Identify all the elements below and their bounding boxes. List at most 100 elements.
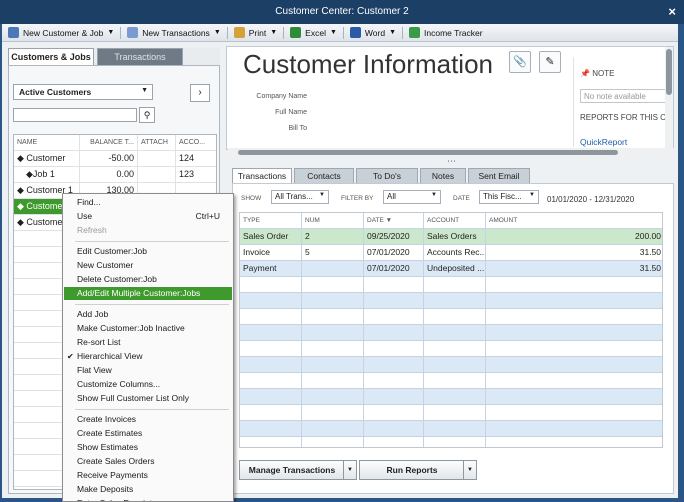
menu-item-label: Use xyxy=(77,211,93,221)
menu-item-label: Find... xyxy=(77,197,101,207)
menu-item-make-deposits[interactable]: Make Deposits xyxy=(64,483,232,496)
date-dropdown[interactable]: This Fisc... ▼ xyxy=(479,190,539,204)
menu-item-hierarchical-view[interactable]: ✔ Hierarchical View xyxy=(64,350,232,363)
transaction-date-cell xyxy=(364,309,424,325)
menu-item-create-invoices[interactable]: Create Invoices xyxy=(64,413,232,426)
empty-row xyxy=(240,373,662,389)
toolbar-word-button[interactable]: Word ▼ xyxy=(344,24,402,42)
transaction-num-cell xyxy=(302,293,364,309)
column-header[interactable]: NAME xyxy=(14,135,80,151)
transaction-date-cell xyxy=(364,325,424,341)
toolbar-label: Print xyxy=(248,27,267,38)
run-reports-button[interactable]: Run Reports xyxy=(359,460,465,480)
column-header[interactable]: TYPE xyxy=(240,213,302,229)
toolbar-income-tracker-button[interactable]: Income Tracker xyxy=(403,24,489,42)
menu-item-new-customer[interactable]: New Customer xyxy=(64,259,232,272)
transaction-amount-cell: 31.50 xyxy=(639,263,661,273)
chevron-down-icon: ▼ xyxy=(529,192,535,198)
customer-filter-dropdown[interactable]: Active Customers ▼ xyxy=(13,84,153,100)
menu-item-receive-payments[interactable]: Receive Payments xyxy=(64,469,232,482)
toolbar-new-customer-button[interactable]: New Customer & Job ▼ xyxy=(2,24,120,42)
expand-panel-button[interactable]: › xyxy=(190,84,210,102)
transactions-table: TYPE NUM DATE ▼ ACCOUNT AMOUNT Sales Order 2 09… xyxy=(239,212,663,448)
menu-item-flat-view[interactable]: Flat View xyxy=(64,364,232,377)
menu-item-enter-sales-receipts[interactable]: Enter Sales Receipts xyxy=(64,497,232,501)
menu-item-show-full-customer-list-only[interactable]: Show Full Customer List Only xyxy=(64,392,232,405)
menu-item-add-edit-multiple-customer-jobs[interactable]: Add/Edit Multiple Customer:Jobs xyxy=(64,287,232,300)
column-header[interactable]: ATTACH xyxy=(138,135,176,151)
transaction-amount-cell xyxy=(486,421,662,437)
quickreport-link[interactable]: QuickReport xyxy=(580,137,627,147)
menu-item-label: Refresh xyxy=(77,225,107,235)
column-header[interactable]: NUM xyxy=(302,213,364,229)
edit-pencil-icon[interactable]: ✎ xyxy=(539,51,561,73)
transaction-num-cell xyxy=(302,357,364,373)
transaction-num-cell: 5 xyxy=(302,245,364,261)
close-icon[interactable]: × xyxy=(668,4,676,19)
menu-item-find[interactable]: Find... xyxy=(64,196,232,209)
menu-item-label: Flat View xyxy=(77,365,112,375)
search-icon[interactable]: ⚲ xyxy=(139,107,155,123)
tab-transactions-left[interactable]: Transactions xyxy=(97,48,183,65)
transaction-amount-cell xyxy=(486,373,662,389)
transaction-date-cell xyxy=(364,389,424,405)
splitter-grip[interactable]: ⋯ xyxy=(447,156,456,167)
transaction-account-cell xyxy=(424,293,486,309)
empty-row xyxy=(240,277,662,293)
chevron-down-icon: ▼ xyxy=(107,29,115,36)
tab-transactions[interactable]: Transactions xyxy=(232,168,292,184)
note-field[interactable]: No note available xyxy=(580,89,666,103)
note-label: NOTE xyxy=(592,69,615,78)
run-reports-dropdown[interactable]: ▼ xyxy=(463,460,477,480)
manage-transactions-button[interactable]: Manage Transactions xyxy=(239,460,345,480)
tab-contacts[interactable]: Contacts xyxy=(294,168,354,184)
column-header[interactable]: AMOUNT xyxy=(486,213,662,229)
transaction-date-cell xyxy=(364,421,424,437)
transaction-num-cell xyxy=(302,261,364,277)
attach-icon[interactable]: 📎 xyxy=(509,51,531,73)
tab-to-do-s[interactable]: To Do's xyxy=(356,168,418,184)
full-name-label: Full Name xyxy=(275,109,307,116)
transaction-row[interactable]: Payment 07/01/2020 Undeposited ... 31.50 xyxy=(240,261,662,277)
menu-item-add-job[interactable]: Add Job xyxy=(64,308,232,321)
transaction-row[interactable]: Sales Order 2 09/25/2020 Sales Orders 200.00 xyxy=(240,229,662,245)
transaction-amount-cell xyxy=(486,357,662,373)
tab-customers-jobs[interactable]: Customers & Jobs xyxy=(8,48,94,65)
menu-separator xyxy=(75,409,229,410)
menu-item-make-customer-job-inactive[interactable]: Make Customer:Job Inactive xyxy=(64,322,232,335)
transactions-panel: SHOW All Trans... ▼ FILTER BY All ▼ DATE T… xyxy=(232,183,674,494)
search-input[interactable] xyxy=(13,108,137,122)
toolbar-print-button[interactable]: Print ▼ xyxy=(228,24,283,42)
column-header[interactable]: BALANCE T... xyxy=(80,135,138,151)
customer-row[interactable]: ◆Job 1 0.00 123 xyxy=(14,167,216,183)
transaction-row[interactable]: Invoice 5 07/01/2020 Accounts Rec... 31.50 xyxy=(240,245,662,261)
menu-item-show-estimates[interactable]: Show Estimates xyxy=(64,441,232,454)
toolbar-label: Excel xyxy=(305,27,326,38)
toolbar-new-transactions-button[interactable]: New Transactions ▼ xyxy=(121,24,227,42)
manage-transactions-dropdown[interactable]: ▼ xyxy=(343,460,357,480)
menu-item-re-sort-list[interactable]: Re-sort List xyxy=(64,336,232,349)
menu-item-create-estimates[interactable]: Create Estimates xyxy=(64,427,232,440)
menu-item-customize-columns[interactable]: Customize Columns... xyxy=(64,378,232,391)
menu-item-create-sales-orders[interactable]: Create Sales Orders xyxy=(64,455,232,468)
menu-item-delete-customer-job[interactable]: Delete Customer:Job xyxy=(64,273,232,286)
transaction-type-cell: Payment xyxy=(240,261,302,277)
customer-row[interactable]: ◆ Customer -50.00 124 xyxy=(14,151,216,167)
filter-by-dropdown[interactable]: All ▼ xyxy=(383,190,441,204)
empty-row xyxy=(240,437,662,447)
toolbar-excel-button[interactable]: Excel ▼ xyxy=(284,24,343,42)
column-header[interactable]: ACCO... xyxy=(176,135,216,151)
transaction-amount-cell: 200.00 xyxy=(635,231,661,241)
tab-notes[interactable]: Notes xyxy=(420,168,466,184)
transaction-account-cell xyxy=(424,437,486,447)
scroll-thumb[interactable] xyxy=(238,150,618,155)
info-vertical-scrollbar[interactable] xyxy=(665,47,673,151)
transaction-amount-cell: 31.50 xyxy=(639,247,661,257)
show-dropdown[interactable]: All Trans... ▼ xyxy=(271,190,329,204)
menu-item-use[interactable]: Use Ctrl+U xyxy=(64,210,232,223)
scroll-thumb[interactable] xyxy=(666,49,672,95)
column-header[interactable]: ACCOUNT xyxy=(424,213,486,229)
menu-item-edit-customer-job[interactable]: Edit Customer:Job xyxy=(64,245,232,258)
column-header[interactable]: DATE ▼ xyxy=(364,213,424,229)
tab-sent-email[interactable]: Sent Email xyxy=(468,168,530,184)
